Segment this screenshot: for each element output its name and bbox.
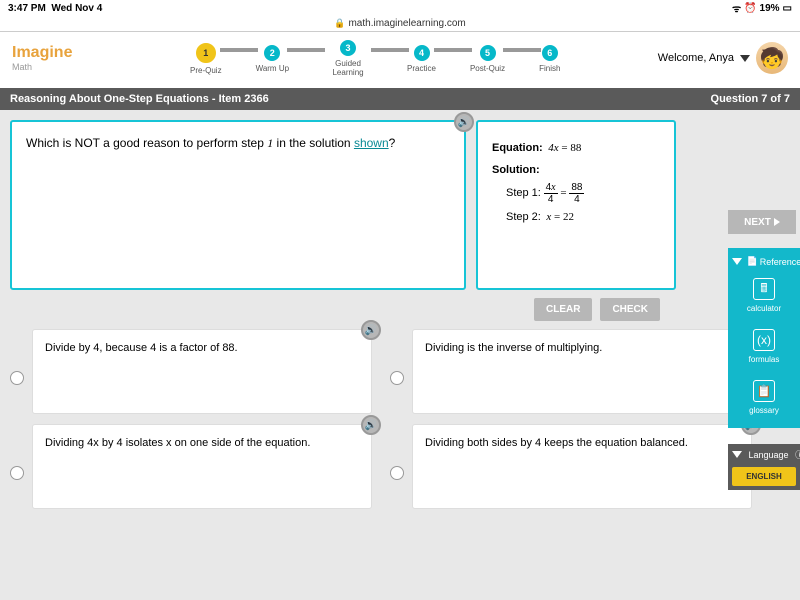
glossary-tool[interactable]: 📋glossary <box>728 372 800 423</box>
status-right: ᯤ ⏰ 19% ▭ <box>732 1 792 15</box>
language-panel: Language ⓘ ENGLISH <box>728 444 800 490</box>
avatar: 🧒 <box>756 42 788 74</box>
lock-icon: 🔒 <box>334 18 345 29</box>
clear-button[interactable]: CLEAR <box>534 298 592 321</box>
answer-option[interactable]: 🔊Dividing 4x by 4 isolates x on one side… <box>10 424 380 509</box>
answers: 🔊Divide by 4, because 4 is a factor of 8… <box>10 329 790 509</box>
radio[interactable] <box>10 466 24 480</box>
url: math.imaginelearning.com <box>348 18 465 29</box>
alarm-icon: ⏰ <box>744 3 756 14</box>
reference-panel: 📄Reference 🖩calculator (x)formulas 📋glos… <box>728 248 800 428</box>
audio-icon[interactable]: 🔊 <box>361 415 381 435</box>
equation-card: Equation: 4x = 88 Solution: Step 1: 4x4 … <box>476 120 676 290</box>
item-title: Reasoning About One-Step Equations - Ite… <box>10 93 269 105</box>
title-bar: Reasoning About One-Step Equations - Ite… <box>0 88 800 110</box>
shown-link[interactable]: shown <box>354 136 389 150</box>
answer-option[interactable]: 🔊Dividing both sides by 4 keeps the equa… <box>390 424 760 509</box>
audio-icon[interactable]: 🔊 <box>361 320 381 340</box>
step-prequiz[interactable]: 1Pre-Quiz <box>190 43 222 75</box>
welcome[interactable]: Welcome, Anya 🧒 <box>658 42 788 74</box>
english-button[interactable]: ENGLISH <box>732 467 796 486</box>
battery-pct: 19% <box>760 3 780 14</box>
step-practice[interactable]: 4Practice <box>407 45 436 73</box>
time: 3:47 PM <box>8 3 46 14</box>
formulas-tool[interactable]: (x)formulas <box>728 321 800 372</box>
dropdown-icon <box>740 55 750 62</box>
answer-option[interactable]: 🔊Dividing is the inverse of multiplying. <box>390 329 760 414</box>
play-icon <box>774 218 780 226</box>
answer-option[interactable]: 🔊Divide by 4, because 4 is a factor of 8… <box>10 329 380 414</box>
step-postquiz[interactable]: 5Post-Quiz <box>470 45 505 73</box>
audio-icon[interactable]: 🔊 <box>454 112 474 132</box>
reference-header[interactable]: 📄Reference <box>728 253 800 270</box>
date: Wed Nov 4 <box>51 3 102 14</box>
next-button[interactable]: NEXT <box>728 210 796 234</box>
calculator-icon: 🖩 <box>753 278 775 300</box>
question-card: 🔊 Which is NOT a good reason to perform … <box>10 120 466 290</box>
chevron-down-icon <box>732 451 742 458</box>
logo[interactable]: Imagine Math <box>12 46 72 74</box>
step-finish[interactable]: 6Finish <box>539 45 560 73</box>
info-icon: ⓘ <box>795 448 800 461</box>
chevron-down-icon <box>732 258 742 265</box>
language-header[interactable]: Language ⓘ <box>732 448 796 461</box>
wifi-icon: ᯤ <box>732 1 741 15</box>
check-button[interactable]: CHECK <box>600 298 660 321</box>
calculator-tool[interactable]: 🖩calculator <box>728 270 800 321</box>
radio[interactable] <box>390 371 404 385</box>
progress-steps: 1Pre-Quiz 2Warm Up 3Guided Learning 4Pra… <box>190 40 560 77</box>
battery-icon: ▭ <box>783 3 792 14</box>
url-bar: 🔒 math.imaginelearning.com <box>0 16 800 32</box>
radio[interactable] <box>10 371 24 385</box>
content: 🔊 Which is NOT a good reason to perform … <box>0 110 800 600</box>
radio[interactable] <box>390 466 404 480</box>
glossary-icon: 📋 <box>753 380 775 402</box>
question-progress: Question 7 of 7 <box>711 93 790 105</box>
step-warmup[interactable]: 2Warm Up <box>256 45 289 73</box>
step-guided[interactable]: 3Guided Learning <box>323 40 373 77</box>
header: Imagine Math 1Pre-Quiz 2Warm Up 3Guided … <box>0 32 800 88</box>
formulas-icon: (x) <box>753 329 775 351</box>
side-panel: NEXT 📄Reference 🖩calculator (x)formulas … <box>728 210 800 490</box>
status-bar: 3:47 PM Wed Nov 4 ᯤ ⏰ 19% ▭ <box>0 0 800 16</box>
